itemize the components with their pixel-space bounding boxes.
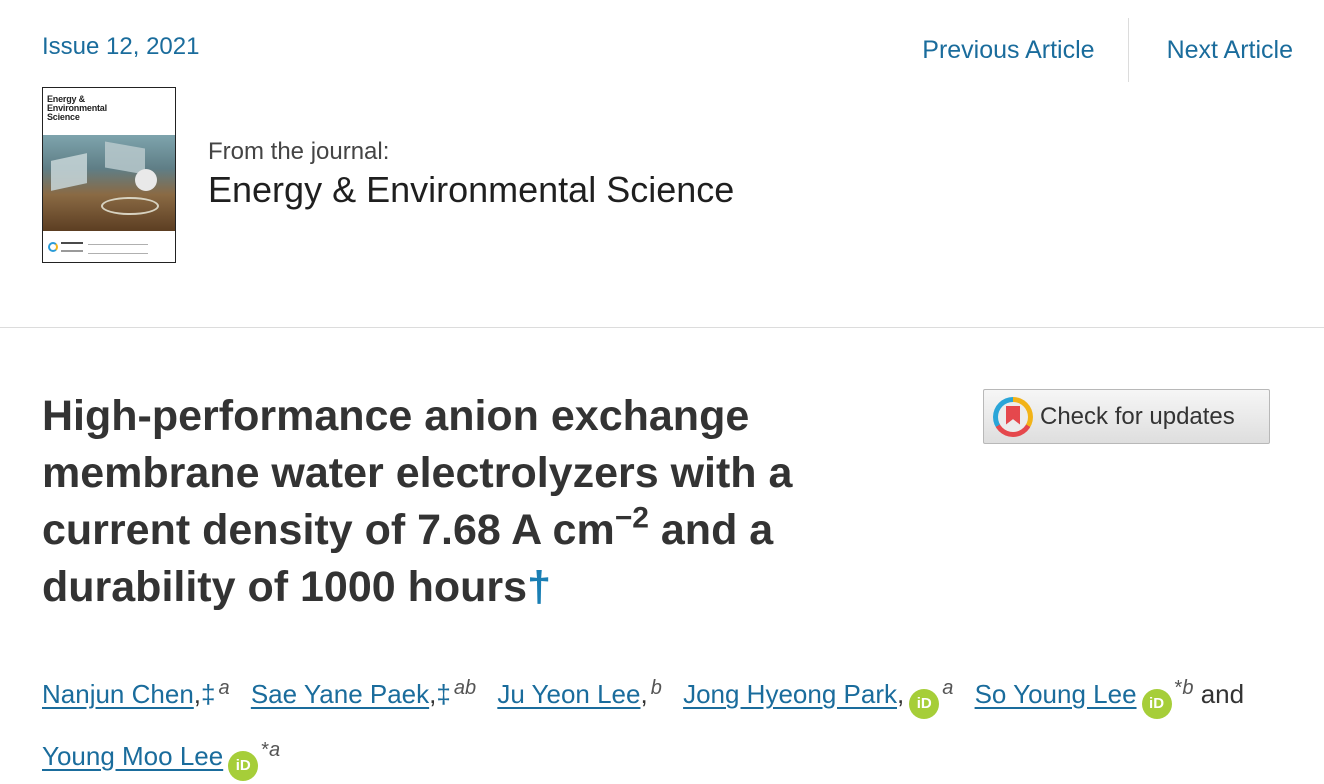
cover-title: Energy & Environmental Science [47,94,107,122]
author-link[interactable]: So Young Lee [975,679,1137,709]
author-list: Nanjun Chen,‡ a Sae Yane Paek,‡ ab Ju Yeon… [42,660,1282,784]
authors-and-text: and [1193,679,1245,709]
next-article-link[interactable]: Next Article [1167,36,1293,65]
orcid-icon[interactable]: iD [909,689,940,719]
author-link[interactable]: Jong Hyeong Park [683,679,897,709]
corresponding-author-mark: * [261,739,269,761]
journal-from-label: From the journal: [208,138,390,165]
affiliation-superscript: a [942,677,954,699]
author-link[interactable]: Nanjun Chen [42,679,194,709]
orcid-icon[interactable]: iD [228,751,259,781]
author-separator: , [193,679,202,709]
author-separator: , [640,679,648,709]
affiliation-superscript: b [650,677,662,699]
affiliation-superscript: a [218,677,230,699]
affiliation-superscript: ab [453,677,477,699]
cover-footer-text [88,244,148,254]
author-link[interactable]: Ju Yeon Lee [497,679,640,709]
check-for-updates-label: Check for updates [1040,402,1235,430]
issue-link[interactable]: Issue 12, 2021 [42,33,199,61]
journal-cover-image[interactable]: Energy & Environmental Science [42,87,176,263]
article-title: High-performance anion exchange membrane… [42,392,793,611]
affiliation-superscript: a [269,739,281,761]
cover-publisher-logo [48,242,83,252]
author-link[interactable]: Young Moo Lee [42,741,223,771]
journal-info: From the journal: Energy & Environmental… [208,137,734,213]
orcid-icon[interactable]: iD [1141,689,1172,719]
cover-artwork [43,135,175,231]
equal-contribution-mark: ‡ [201,679,216,709]
title-superscript: −2 [614,501,649,535]
article-nav: Previous Article Next Article [922,18,1293,82]
author-separator: , [896,679,905,709]
section-divider [0,327,1324,328]
crossmark-icon [993,396,1033,437]
nav-divider [1127,18,1129,82]
check-for-updates-button[interactable]: Check for updates [983,389,1270,444]
supplementary-info-dagger-link[interactable]: † [527,563,551,611]
affiliation-superscript: b [1182,677,1194,699]
author-link[interactable]: Sae Yane Paek [251,679,429,709]
equal-contribution-mark: ‡ [436,679,451,709]
previous-article-link[interactable]: Previous Article [922,36,1094,65]
journal-name[interactable]: Energy & Environmental Science [208,167,734,213]
